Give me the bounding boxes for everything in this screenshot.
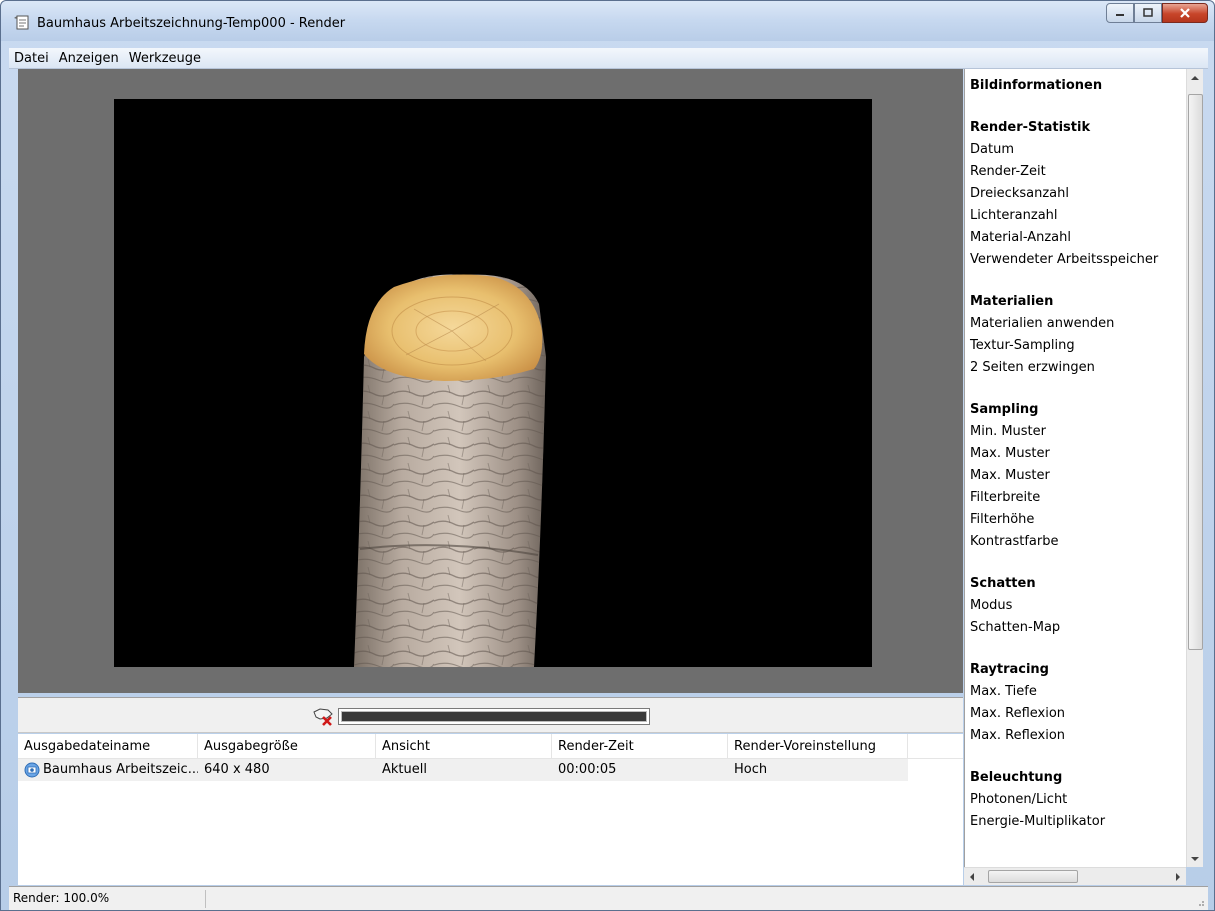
info-section-title: Materialien (970, 294, 1054, 309)
info-item: Material-Anzahl (970, 230, 1071, 245)
status-text: Render: 100.0% (13, 891, 110, 905)
image-info-content: Bildinformationen Render-Statistik Datum R… (965, 69, 1186, 833)
output-table: Ausgabedateiname Ausgabegröße Ansicht Re… (18, 734, 963, 885)
stop-render-icon[interactable] (312, 706, 336, 728)
col-header-preset[interactable]: Render-Voreinstellung (728, 734, 908, 759)
info-item: Datum (970, 142, 1014, 157)
info-item: Dreiecksanzahl (970, 186, 1069, 201)
render-canvas (114, 99, 872, 667)
resize-grip-icon[interactable] (1195, 897, 1205, 907)
info-item: Verwendeter Arbeitsspeicher (970, 252, 1159, 267)
rendered-file-icon (24, 762, 40, 778)
info-item: Kontrastfarbe (970, 534, 1059, 549)
window-controls (1106, 3, 1208, 23)
maximize-button[interactable] (1134, 3, 1162, 23)
scroll-up-icon[interactable] (1187, 69, 1203, 86)
cell-preset: Hoch (734, 762, 768, 777)
minimize-icon (1116, 14, 1124, 16)
cell-render-time: 00:00:05 (558, 762, 617, 777)
cell-size: 640 x 480 (204, 762, 270, 777)
menu-bar: Datei Anzeigen Werkzeuge (9, 48, 1208, 69)
info-section-title: Render-Statistik (970, 120, 1091, 135)
cell-filename-text: Baumhaus Arbeitszeic... (43, 762, 198, 777)
render-progress-strip (18, 697, 963, 733)
info-title: Bildinformationen (970, 78, 1103, 93)
info-item: Max. Muster (970, 468, 1050, 483)
menu-anzeigen[interactable]: Anzeigen (54, 48, 124, 69)
render-window-icon (13, 13, 31, 31)
info-item: Max. Reflexion (970, 706, 1066, 721)
render-progress-fill (342, 712, 646, 721)
image-info-panel: Bildinformationen Render-Statistik Datum R… (964, 69, 1186, 885)
info-item: Photonen/Licht (970, 792, 1068, 807)
info-item: Min. Muster (970, 424, 1047, 439)
info-section-title: Raytracing (970, 662, 1049, 677)
info-item: Filterbreite (970, 490, 1041, 505)
info-item: Materialien anwenden (970, 316, 1115, 331)
scroll-left-icon[interactable] (964, 868, 980, 885)
info-item: Lichteranzahl (970, 208, 1058, 223)
info-horizontal-scrollbar[interactable] (964, 867, 1186, 885)
col-header-filename[interactable]: Ausgabedateiname (18, 734, 198, 759)
info-item: Modus (970, 598, 1013, 613)
scroll-right-icon[interactable] (1170, 868, 1186, 885)
info-item: Render-Zeit (970, 164, 1046, 179)
scroll-down-icon[interactable] (1187, 850, 1203, 867)
table-row[interactable]: Baumhaus Arbeitszeic... 640 x 480 Aktuel… (18, 759, 908, 781)
col-header-size[interactable]: Ausgabegröße (198, 734, 376, 759)
cell-view: Aktuell (382, 762, 427, 777)
info-item: Filterhöhe (970, 512, 1035, 527)
menu-datei[interactable]: Datei (9, 48, 54, 69)
render-viewport (18, 69, 963, 693)
info-section-title: Beleuchtung (970, 770, 1063, 785)
info-section-title: Sampling (970, 402, 1039, 417)
info-item: Energie-Multiplikator (970, 814, 1106, 829)
cell-filename: Baumhaus Arbeitszeic... (18, 759, 198, 781)
rendered-tree-stump-image (354, 274, 546, 667)
title-bar[interactable]: Baumhaus Arbeitszeichnung-Temp000 - Rend… (1, 1, 1214, 41)
table-header: Ausgabedateiname Ausgabegröße Ansicht Re… (18, 734, 963, 759)
info-vertical-scrollbar[interactable] (1186, 69, 1203, 867)
info-item: Max. Reflexion (970, 728, 1066, 743)
close-button[interactable] (1162, 3, 1208, 23)
info-section-title: Schatten (970, 576, 1036, 591)
close-icon (1180, 8, 1190, 18)
window-title: Baumhaus Arbeitszeichnung-Temp000 - Rend… (37, 16, 346, 31)
menu-werkzeuge[interactable]: Werkzeuge (124, 48, 206, 69)
info-item: Max. Muster (970, 446, 1050, 461)
col-header-view[interactable]: Ansicht (376, 734, 552, 759)
scroll-thumb-horizontal[interactable] (988, 870, 1078, 883)
status-divider (205, 890, 206, 908)
minimize-button[interactable] (1106, 3, 1134, 23)
render-window: Baumhaus Arbeitszeichnung-Temp000 - Rend… (0, 0, 1215, 911)
info-item: Schatten-Map (970, 620, 1061, 635)
col-header-render-time[interactable]: Render-Zeit (552, 734, 728, 759)
info-item: Max. Tiefe (970, 684, 1037, 699)
info-item: 2 Seiten erzwingen (970, 360, 1095, 375)
maximize-icon (1143, 8, 1153, 17)
render-progress-bar (338, 708, 650, 725)
info-item: Textur-Sampling (970, 338, 1075, 353)
status-bar: Render: 100.0% (9, 886, 1208, 910)
scroll-thumb-vertical[interactable] (1188, 94, 1203, 650)
